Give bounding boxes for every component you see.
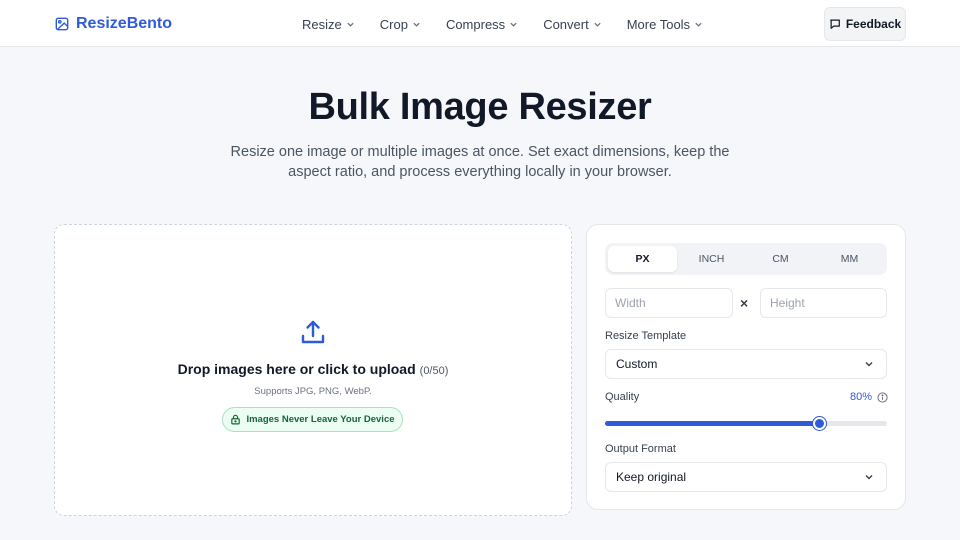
resize-template-value: Custom bbox=[616, 357, 658, 371]
nav-more-tools[interactable]: More Tools bbox=[627, 17, 703, 32]
page-subtitle: Resize one image or multiple images at o… bbox=[230, 144, 730, 180]
message-icon bbox=[829, 19, 840, 29]
unit-tabs: PX INCH CM MM bbox=[605, 243, 887, 275]
nav-crop[interactable]: Crop bbox=[380, 17, 421, 32]
resize-template-select[interactable]: Custom bbox=[605, 349, 887, 379]
height-input[interactable] bbox=[760, 288, 887, 318]
nav-convert[interactable]: Convert bbox=[543, 17, 602, 32]
tab-px[interactable]: PX bbox=[608, 246, 677, 272]
tab-cm[interactable]: CM bbox=[746, 246, 815, 272]
feedback-label: Feedback bbox=[845, 17, 902, 31]
width-input[interactable] bbox=[605, 288, 733, 318]
dropzone-instructions: Drop images here or click to upload (0/50… bbox=[0, 361, 626, 377]
quality-slider[interactable] bbox=[605, 417, 887, 430]
brand-logo[interactable]: ResizeBento bbox=[55, 14, 172, 34]
nav-label: Compress bbox=[445, 16, 506, 32]
output-format-label: Output Format bbox=[605, 443, 676, 455]
dropzone-text: Drop images here or click to upload bbox=[177, 361, 416, 377]
privacy-badge: Images Never Leave Your Device bbox=[222, 407, 403, 432]
main-nav: Resize Crop Compress Convert More Tools bbox=[302, 15, 703, 33]
output-format-select[interactable]: Keep original bbox=[605, 462, 887, 492]
quality-value: 80% bbox=[850, 391, 873, 403]
feedback-button[interactable]: Feedback bbox=[824, 7, 906, 41]
image-icon bbox=[55, 17, 69, 31]
quality-label: Quality bbox=[605, 391, 640, 403]
quality-slider-fill bbox=[605, 421, 820, 426]
upload-count: (0/50) bbox=[419, 365, 449, 377]
brand-name: ResizeBento bbox=[76, 15, 173, 32]
nav-resize[interactable]: Resize bbox=[302, 17, 355, 32]
page-title: Bulk Image Resizer bbox=[308, 86, 652, 128]
top-header: ResizeBento Resize Crop Compress Convert… bbox=[0, 0, 960, 47]
times-symbol: × bbox=[740, 295, 749, 311]
chevron-down-icon bbox=[594, 22, 601, 27]
info-icon[interactable] bbox=[877, 392, 888, 403]
tab-inch[interactable]: INCH bbox=[677, 246, 746, 272]
tab-mm[interactable]: MM bbox=[815, 246, 884, 272]
chevron-down-icon bbox=[510, 22, 517, 27]
chevron-down-icon bbox=[865, 362, 873, 367]
nav-label: More Tools bbox=[626, 16, 691, 32]
chevron-down-icon bbox=[865, 475, 873, 480]
resize-template-label: Resize Template bbox=[605, 330, 687, 342]
privacy-badge-text: Images Never Leave Your Device bbox=[246, 414, 395, 425]
nav-compress[interactable]: Compress bbox=[446, 17, 518, 32]
nav-label: Convert bbox=[543, 16, 589, 32]
output-format-value: Keep original bbox=[616, 470, 687, 484]
chevron-down-icon bbox=[413, 22, 420, 27]
chevron-down-icon bbox=[695, 22, 702, 27]
lock-icon bbox=[231, 414, 241, 425]
nav-label: Resize bbox=[302, 16, 342, 32]
nav-label: Crop bbox=[379, 16, 408, 32]
chevron-down-icon bbox=[347, 22, 354, 27]
supported-formats: Supports JPG, PNG, WebP. bbox=[254, 386, 372, 397]
upload-icon bbox=[301, 320, 325, 344]
